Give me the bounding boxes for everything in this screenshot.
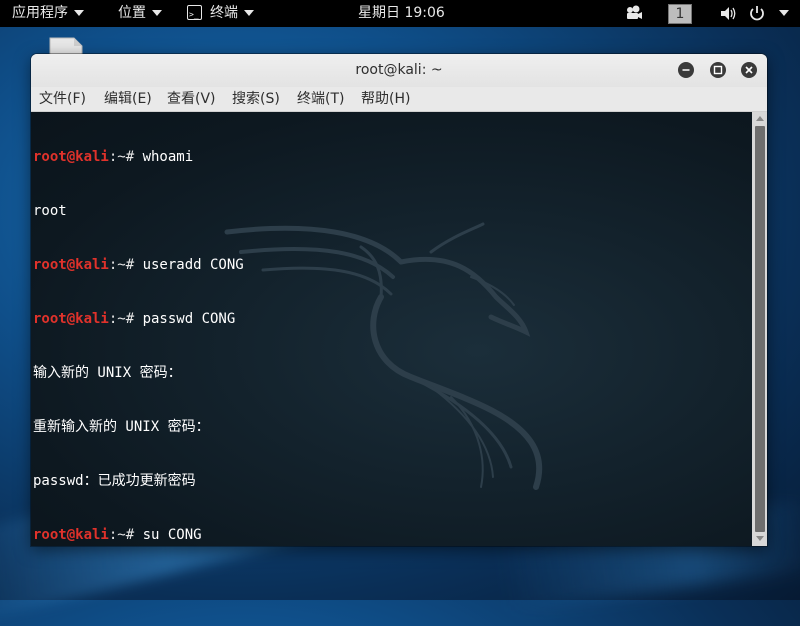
places-menu-label: 位置 bbox=[118, 5, 146, 21]
menu-bar: 文件(F) 编辑(E) 查看(V) 搜索(S) 终端(T) 帮助(H) bbox=[31, 87, 767, 112]
volume-icon[interactable] bbox=[720, 0, 738, 27]
prompt-user: root@kali bbox=[33, 257, 109, 273]
prompt-path: :~ bbox=[108, 149, 126, 165]
command-text: useradd CONG bbox=[142, 257, 244, 273]
prompt-path: :~ bbox=[108, 527, 126, 543]
terminal-app-label: 终端 bbox=[210, 5, 238, 21]
scroll-down-icon[interactable] bbox=[756, 536, 764, 541]
terminal-window: root@kali: ~ 文件(F) 编辑(E) 查看(V) 搜索(S) 终端(… bbox=[31, 54, 767, 546]
output-text: 输入新的 UNIX 密码： bbox=[33, 365, 182, 381]
places-menu[interactable]: 位置 bbox=[118, 0, 162, 27]
top-panel: 应用程序 位置 终端 星期日 19:06 1 bbox=[0, 0, 800, 28]
workspace-indicator[interactable]: 1 bbox=[668, 4, 692, 24]
window-titlebar[interactable]: root@kali: ~ bbox=[31, 54, 767, 87]
prompt-user: root@kali bbox=[33, 527, 109, 543]
terminal-lines: root@kali:~# whoami root root@kali:~# us… bbox=[33, 112, 244, 546]
applications-menu[interactable]: 应用程序 bbox=[12, 0, 84, 27]
command-text: su CONG bbox=[142, 527, 202, 543]
prompt-user: root@kali bbox=[33, 311, 109, 327]
terminal-line: root@kali:~# passwd CONG bbox=[33, 310, 244, 328]
terminal-line: root bbox=[33, 202, 244, 220]
maximize-button[interactable] bbox=[710, 62, 726, 78]
terminal-output[interactable]: root@kali:~# whoami root root@kali:~# us… bbox=[31, 112, 752, 546]
menu-search[interactable]: 搜索(S) bbox=[232, 87, 280, 111]
chevron-down-icon bbox=[152, 10, 162, 16]
window-title: root@kali: ~ bbox=[355, 62, 443, 78]
prompt-sign: # bbox=[125, 311, 143, 327]
output-text: root bbox=[33, 203, 67, 219]
prompt-path: :~ bbox=[108, 257, 126, 273]
prompt-sign: # bbox=[125, 527, 143, 543]
prompt-sign: # bbox=[125, 149, 143, 165]
clock-label: 星期日 19:06 bbox=[358, 5, 445, 21]
terminal-icon bbox=[187, 1, 202, 28]
menu-terminal[interactable]: 终端(T) bbox=[297, 87, 344, 111]
menu-edit[interactable]: 编辑(E) bbox=[104, 87, 152, 111]
applications-menu-label: 应用程序 bbox=[12, 5, 68, 21]
chevron-down-icon bbox=[74, 10, 84, 16]
prompt-sign: # bbox=[125, 257, 143, 273]
terminal-scrollbar[interactable] bbox=[752, 112, 767, 546]
close-icon bbox=[745, 66, 753, 74]
command-text: whoami bbox=[142, 149, 194, 165]
scrollbar-thumb[interactable] bbox=[755, 126, 765, 532]
output-text: passwd：已成功更新密码 bbox=[33, 473, 196, 489]
menu-file[interactable]: 文件(F) bbox=[39, 87, 86, 111]
workspace-number: 1 bbox=[668, 4, 692, 24]
terminal-line: root@kali:~# su CONG bbox=[33, 526, 244, 544]
close-button[interactable] bbox=[741, 62, 757, 78]
chevron-down-icon bbox=[779, 10, 789, 16]
minimize-icon bbox=[682, 69, 690, 71]
terminal-app-menu[interactable]: 终端 bbox=[187, 0, 254, 28]
command-text: passwd CONG bbox=[142, 311, 236, 327]
menu-view[interactable]: 查看(V) bbox=[167, 87, 216, 111]
prompt-path: :~ bbox=[108, 311, 126, 327]
terminal-line: 重新输入新的 UNIX 密码： bbox=[33, 418, 244, 436]
terminal-line: 输入新的 UNIX 密码： bbox=[33, 364, 244, 382]
menu-help[interactable]: 帮助(H) bbox=[361, 87, 410, 111]
system-menu-chevron[interactable] bbox=[773, 0, 789, 27]
terminal-line: passwd：已成功更新密码 bbox=[33, 472, 244, 490]
scroll-up-icon[interactable] bbox=[756, 116, 764, 121]
clock[interactable]: 星期日 19:06 bbox=[358, 0, 445, 27]
minimize-button[interactable] bbox=[678, 62, 694, 78]
chevron-down-icon bbox=[244, 10, 254, 16]
output-text: 重新输入新的 UNIX 密码： bbox=[33, 419, 210, 435]
camera-icon[interactable] bbox=[625, 0, 643, 27]
terminal-line: root@kali:~# whoami bbox=[33, 148, 244, 166]
power-icon[interactable] bbox=[748, 0, 766, 27]
prompt-user: root@kali bbox=[33, 149, 109, 165]
terminal-line: root@kali:~# useradd CONG bbox=[33, 256, 244, 274]
maximize-icon bbox=[713, 65, 723, 75]
